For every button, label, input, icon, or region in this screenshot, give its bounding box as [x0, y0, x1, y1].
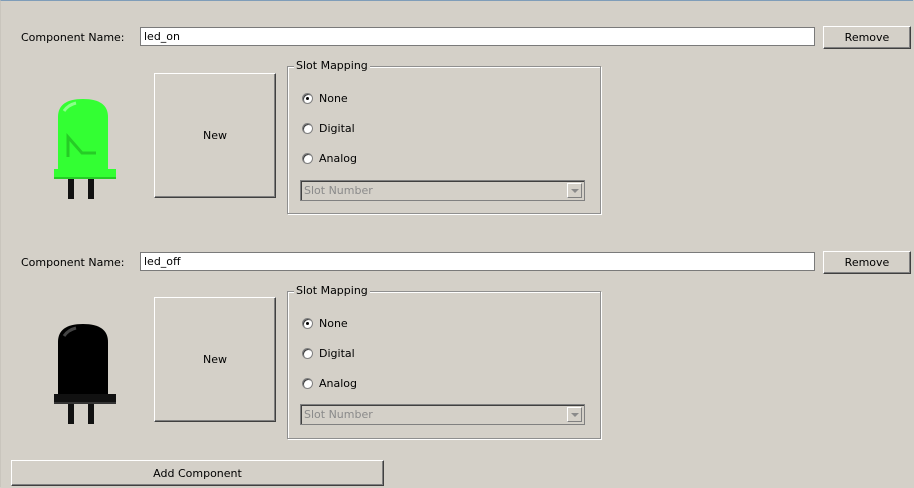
- radio-digital[interactable]: Digital: [302, 122, 355, 135]
- led-off-icon: [54, 324, 116, 424]
- remove-button[interactable]: Remove: [823, 26, 911, 49]
- component-name-input[interactable]: [140, 27, 815, 46]
- slot-number-select[interactable]: Slot Number: [300, 180, 585, 201]
- radio-analog[interactable]: Analog: [302, 377, 357, 390]
- component-name-label: Component Name:: [21, 256, 125, 269]
- slot-mapping-title: Slot Mapping: [294, 59, 370, 72]
- radio-digital[interactable]: Digital: [302, 347, 355, 360]
- radio-button[interactable]: [302, 348, 313, 359]
- radio-label: Analog: [319, 152, 358, 165]
- radio-analog[interactable]: Analog: [302, 152, 357, 165]
- add-component-button[interactable]: Add Component: [11, 460, 384, 486]
- radio-label: Digital: [319, 347, 355, 360]
- led-on-icon: [54, 99, 116, 199]
- radio-button[interactable]: [302, 93, 313, 104]
- component-name-input[interactable]: [140, 252, 815, 271]
- radio-button[interactable]: [302, 153, 313, 164]
- radio-label: None: [319, 317, 348, 330]
- radio-none[interactable]: None: [302, 317, 348, 330]
- radio-label: None: [319, 92, 348, 105]
- radio-button[interactable]: [302, 318, 313, 329]
- component-name-label: Component Name:: [21, 31, 125, 44]
- radio-button[interactable]: [302, 378, 313, 389]
- slot-number-placeholder: Slot Number: [304, 408, 373, 421]
- slot-number-placeholder: Slot Number: [304, 184, 373, 197]
- slot-number-select[interactable]: Slot Number: [300, 404, 585, 425]
- radio-none[interactable]: None: [302, 92, 348, 105]
- radio-button[interactable]: [302, 123, 313, 134]
- new-image-button[interactable]: New: [154, 73, 276, 198]
- radio-label: Digital: [319, 122, 355, 135]
- radio-label: Analog: [319, 377, 358, 390]
- chevron-down-icon[interactable]: [567, 407, 582, 422]
- slot-mapping-title: Slot Mapping: [294, 284, 370, 297]
- new-image-button[interactable]: New: [154, 297, 276, 422]
- remove-button[interactable]: Remove: [823, 251, 911, 274]
- chevron-down-icon[interactable]: [567, 183, 582, 198]
